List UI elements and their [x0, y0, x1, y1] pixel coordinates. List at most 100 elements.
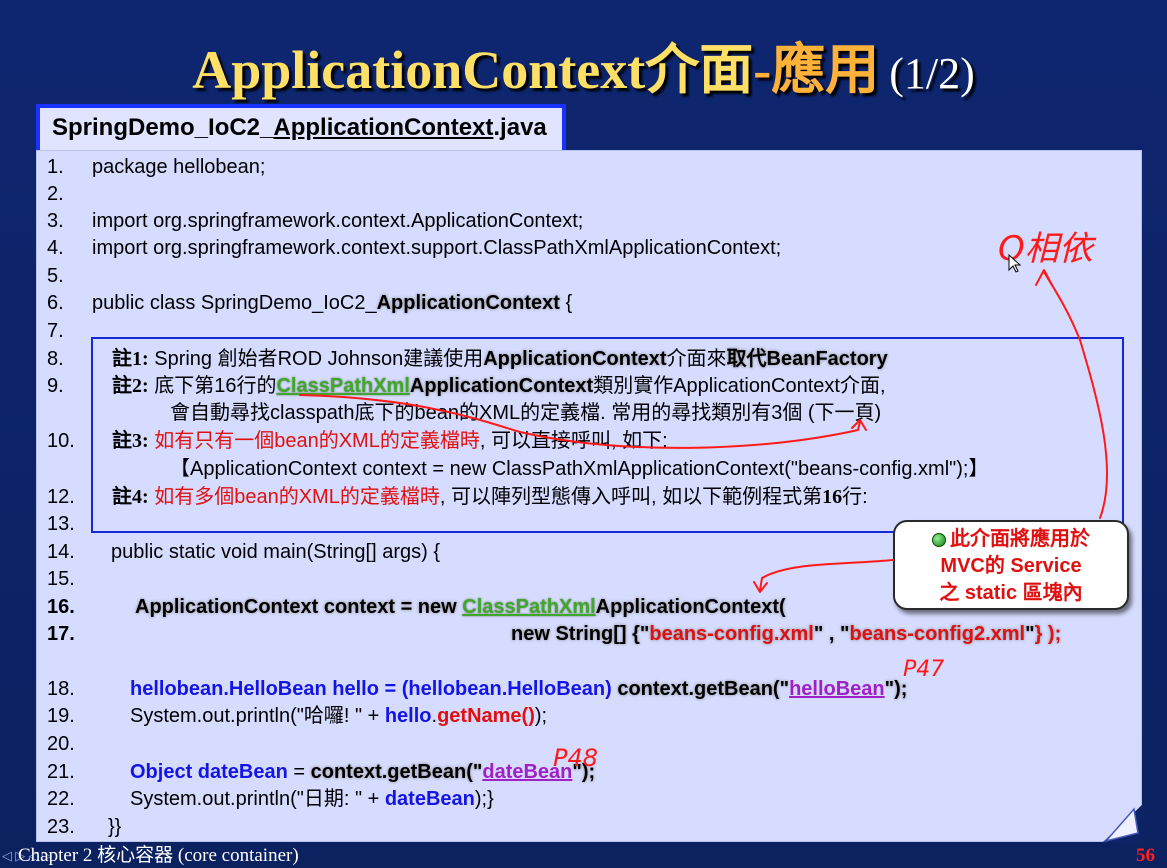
line-number: 18.: [47, 678, 75, 700]
note-red-text: 如有多個bean的XML的定義檔時: [148, 486, 440, 508]
note-label: 註2:: [112, 375, 149, 397]
title-sub: 應用: [771, 40, 880, 100]
note-2-continued: 會自動尋找classpath底下的bean的XML的定義檔. 常用的尋找類別有3…: [170, 402, 882, 424]
line-number: 6.: [47, 292, 64, 314]
note-label: 註3:: [112, 430, 149, 452]
line-number: 19.: [47, 705, 75, 727]
code-blue-text: hellobean.HelloBean hello = (hellobean.H…: [130, 678, 618, 700]
note-text: 類別實作ApplicationContext介面,: [593, 375, 886, 397]
code-emphasis: context.getBean(": [617, 678, 790, 700]
line-number: 17.: [47, 623, 75, 645]
note-label: 註1:: [112, 348, 149, 370]
note-3: 註3: 如有只有一個bean的XML的定義檔時, 可以直接呼叫, 如下:: [112, 428, 668, 454]
code-blue-text: Object dateBean: [130, 761, 288, 783]
code-bean-name: dateBean: [482, 761, 573, 783]
line-number: 22.: [47, 788, 75, 810]
line-number: 7.: [47, 320, 64, 342]
code-emphasis: context.getBean(": [310, 761, 483, 783]
line-number: 13.: [47, 513, 75, 535]
code-text: );: [534, 705, 548, 727]
code-text: public class SpringDemo_IoC2_: [92, 292, 377, 314]
line-number: 21.: [47, 761, 75, 783]
line-number: 12.: [47, 486, 75, 508]
note-2: 註2: 底下第16行的ClassPathXmlApplicationContex…: [112, 373, 886, 399]
callout-line-1: 此介面將應用於: [895, 526, 1127, 553]
note-text: 底下第16行的: [148, 375, 277, 397]
code-blue-text: dateBean: [384, 788, 475, 810]
code-string: beans-config.xml: [649, 623, 814, 645]
line-number: 9.: [47, 375, 64, 397]
mouse-cursor-icon: [1008, 254, 1022, 273]
callout-text: 此介面將應用於: [950, 528, 1090, 550]
page-number: 56: [1136, 845, 1155, 866]
code-line-import-2: import org.springframework.context.suppo…: [92, 237, 782, 259]
line-number: 23.: [47, 816, 75, 838]
line-number: 15.: [47, 568, 75, 590]
callout-line-3: 之 static 區塊內: [939, 582, 1083, 604]
code-emphasis: ");: [572, 761, 596, 783]
code-string: beans-config2.xml: [849, 623, 1026, 645]
note-emphasis: ApplicationContext: [409, 375, 594, 397]
line-number: 14.: [47, 541, 75, 563]
code-line-import-1: import org.springframework.context.Appli…: [92, 210, 584, 232]
code-text: System.out.println("日期: " +: [130, 788, 385, 810]
note-emphasis: 取代BeanFactory: [726, 348, 888, 370]
line-number: 4.: [47, 237, 64, 259]
slide-title: ApplicationContext介面-應用 (1/2): [0, 32, 1167, 108]
note-green-class: ClassPathXml: [276, 375, 410, 397]
file-name-prefix: SpringDemo_IoC2_: [52, 114, 274, 141]
line-number: 10.: [47, 430, 75, 452]
line-number: 3.: [47, 210, 64, 232]
note-text: 介面來: [666, 348, 727, 370]
title-page-indicator: (1/2): [889, 49, 975, 98]
code-text: System.out.println("哈囉! " +: [130, 705, 385, 727]
title-main: ApplicationContext介面: [192, 40, 754, 100]
note-label: 註4:: [112, 486, 149, 508]
code-bean-name: helloBean: [789, 678, 885, 700]
code-line-17: new String[] {"beans-config.xml" , "bean…: [511, 621, 1061, 647]
code-line-19: System.out.println("哈囉! " + hello.getNam…: [130, 703, 547, 729]
note-line-ref: 16: [822, 486, 843, 508]
file-name-suffix: .java: [493, 114, 547, 141]
line-number: 20.: [47, 733, 75, 755]
note-emphasis: ApplicationContext: [483, 348, 667, 370]
code-text: " , ": [813, 623, 850, 645]
bullet-icon: [932, 532, 946, 547]
note-text: , 可以陣列型態傳入呼叫, 如以下範例程式第: [439, 486, 823, 508]
code-emphasis: ApplicationContext: [376, 292, 560, 314]
code-emphasis: ");: [884, 678, 908, 700]
note-4: 註4: 如有多個bean的XML的定義檔時, 可以陣列型態傳入呼叫, 如以下範例…: [112, 484, 868, 510]
callout-line-2: MVC的 Service: [940, 555, 1082, 577]
code-text: new String[] {": [511, 623, 650, 645]
chapter-label: Chapter 2 核心容器 (core container): [18, 845, 299, 866]
note-text: , 可以直接呼叫, 如下:: [479, 430, 668, 452]
slide-footer: ◁ ▷ ◁ ▷ Chapter 2 核心容器 (core container) …: [0, 843, 1167, 868]
note-1: 註1: Spring 創始者ROD Johnson建議使用Application…: [112, 346, 888, 372]
code-red-text: getName(): [437, 705, 535, 727]
line-number: 8.: [47, 348, 64, 370]
code-line-21: Object dateBean = context.getBean("dateB…: [130, 759, 595, 785]
code-blue-text: hello: [384, 705, 432, 727]
page-fold-corner: [1102, 803, 1144, 843]
code-line-main: public static void main(String[] args) {: [111, 541, 441, 563]
callout-box: 此介面將應用於 MVC的 Service 之 static 區塊內: [893, 520, 1129, 610]
note-3-example: 【ApplicationContext context = new ClassP…: [170, 458, 989, 480]
line-number: 16.: [47, 596, 75, 618]
title-dash: -: [753, 40, 772, 100]
code-text: ApplicationContext(: [595, 596, 786, 618]
code-green-class: ClassPathXml: [462, 596, 596, 618]
code-text: );}: [474, 788, 494, 810]
line-number: 2.: [47, 183, 64, 205]
line-number: 1.: [47, 156, 64, 178]
code-text: {: [559, 292, 573, 314]
file-name-tab: SpringDemo_IoC2_ApplicationContext.java: [36, 104, 566, 150]
line-number: 5.: [47, 265, 64, 287]
code-text: ": [1025, 623, 1035, 645]
note-red-text: 如有只有一個bean的XML的定義檔時: [148, 430, 480, 452]
note-text: Spring 創始者ROD Johnson建議使用: [148, 348, 484, 370]
code-text-red: } );: [1034, 623, 1062, 645]
code-text: ApplicationContext context = new: [135, 596, 463, 618]
code-line-22: System.out.println("日期: " + dateBean);}: [130, 786, 494, 812]
code-line-18: hellobean.HelloBean hello = (hellobean.H…: [130, 676, 907, 702]
note-text: 行:: [842, 486, 868, 508]
